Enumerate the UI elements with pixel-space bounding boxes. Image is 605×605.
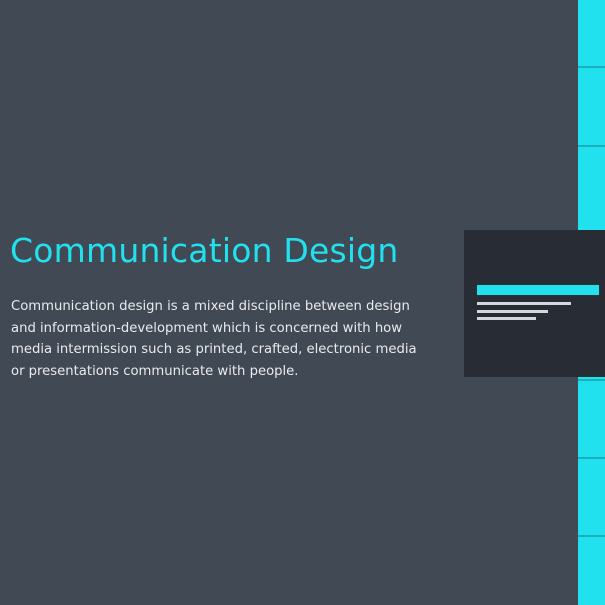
document-card — [464, 230, 605, 377]
strip-cell — [578, 381, 605, 457]
strip-cell — [578, 0, 605, 66]
page: Communication Design Communication desig… — [0, 0, 605, 605]
strip-cell — [578, 147, 605, 230]
strip-cell — [578, 459, 605, 535]
section-title: Communication Design — [10, 231, 399, 270]
strip-cell — [578, 68, 605, 145]
document-heading-bar — [477, 285, 599, 295]
strip-cell — [578, 537, 605, 605]
document-text-line — [477, 317, 536, 320]
section-description: Communication design is a mixed discipli… — [11, 299, 417, 379]
document-text-line — [477, 310, 548, 313]
document-text-line — [477, 302, 571, 305]
